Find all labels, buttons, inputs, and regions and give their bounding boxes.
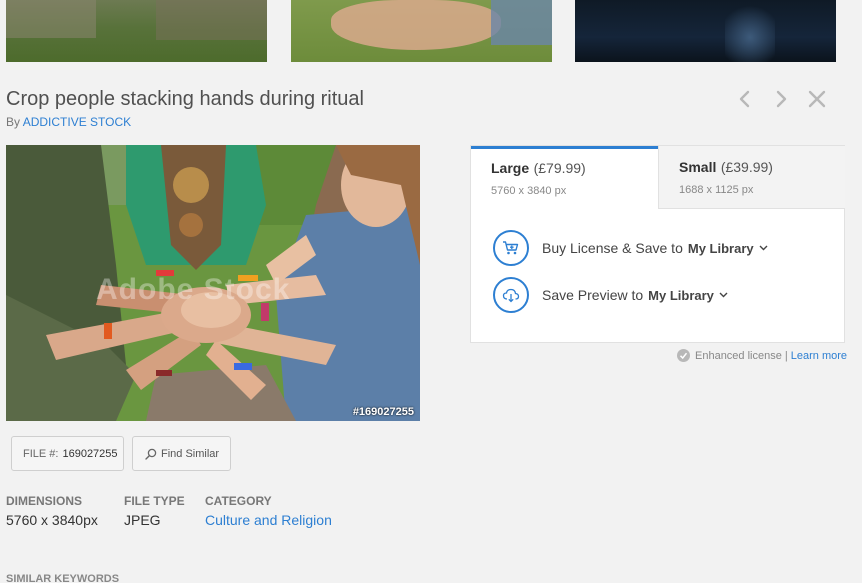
filetype-value: JPEG: [124, 512, 161, 528]
tab-large-price: (£79.99): [533, 160, 586, 176]
close-icon: [808, 90, 826, 108]
close-button[interactable]: [806, 88, 828, 110]
cloud-download-icon: [493, 277, 529, 313]
tab-small-price: (£39.99): [720, 159, 773, 175]
preview-image[interactable]: Adobe Stock #169027255: [6, 145, 420, 421]
tab-large-name: Large: [491, 160, 530, 176]
save-preview-button[interactable]: Save Preview to My Library: [493, 277, 728, 313]
dimensions-label: DIMENSIONS: [6, 494, 83, 508]
byline: By ADDICTIVE STOCK: [6, 115, 131, 129]
buy-library-select[interactable]: My Library: [688, 241, 754, 256]
by-label: By: [6, 115, 21, 129]
asset-title: Crop people stacking hands during ritual: [6, 88, 364, 110]
thumbnail-hands[interactable]: [291, 0, 552, 62]
find-similar-label: Find Similar: [161, 447, 220, 460]
adobe-stock-watermark: Adobe Stock: [96, 273, 291, 306]
previous-button[interactable]: [734, 88, 756, 110]
tab-small-dimensions: 1688 x 1125 px: [679, 184, 754, 196]
search-icon: [145, 448, 157, 460]
file-number-chip[interactable]: FILE #: 169027255: [11, 436, 124, 471]
save-preview-text: Save Preview to: [542, 287, 644, 303]
file-number-label: FILE #:: [23, 447, 59, 460]
tab-large-dimensions: 5760 x 3840 px: [491, 185, 567, 197]
enhanced-license-text: Enhanced license |: [695, 349, 788, 362]
tab-small-license[interactable]: Small (£39.99) 1688 x 1125 px: [658, 146, 845, 209]
tab-small-name: Small: [679, 159, 717, 175]
chevron-left-icon: [739, 90, 750, 108]
learn-more-link[interactable]: Learn more: [791, 350, 847, 362]
buy-license-button[interactable]: Buy License & Save to My Library: [493, 230, 768, 266]
find-similar-button[interactable]: Find Similar: [132, 436, 231, 471]
chevron-down-icon[interactable]: [719, 292, 728, 298]
thumbnail-garden[interactable]: [6, 0, 267, 62]
category-label: CATEGORY: [205, 494, 272, 508]
author-link[interactable]: ADDICTIVE STOCK: [23, 115, 131, 129]
enhanced-license-note: Enhanced license | Learn more: [677, 349, 847, 362]
save-library-select[interactable]: My Library: [648, 288, 714, 303]
cart-icon: [493, 230, 529, 266]
check-icon: [677, 349, 690, 362]
chevron-down-icon[interactable]: [759, 245, 768, 251]
image-id-overlay: #169027255: [352, 406, 414, 418]
next-button[interactable]: [770, 88, 792, 110]
filetype-label: FILE TYPE: [124, 494, 185, 508]
dimensions-value: 5760 x 3840px: [6, 512, 98, 528]
similar-keywords-heading: SIMILAR KEYWORDS: [6, 573, 120, 583]
category-link[interactable]: Culture and Religion: [205, 512, 332, 528]
chevron-right-icon: [776, 90, 787, 108]
file-number-value: 169027255: [62, 447, 118, 460]
buy-license-text: Buy License & Save to: [542, 240, 683, 256]
tab-large-license[interactable]: Large (£79.99) 5760 x 3840 px: [471, 146, 658, 209]
license-panel: Large (£79.99) 5760 x 3840 px Small (£39…: [470, 145, 845, 343]
thumbnail-night-water[interactable]: [575, 0, 836, 62]
